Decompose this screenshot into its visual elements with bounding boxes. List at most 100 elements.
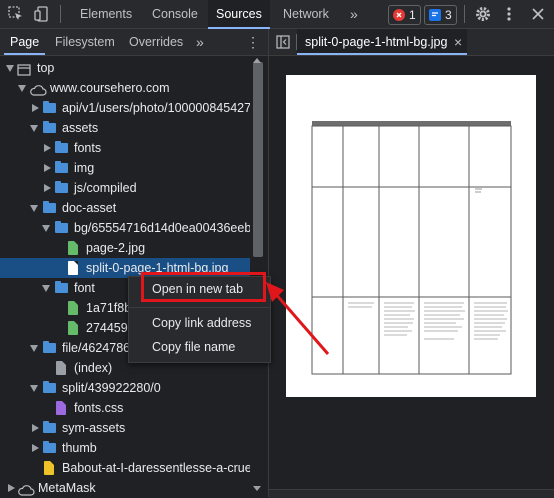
annotation-arrow-icon	[266, 282, 330, 355]
tree-item-file[interactable]: fonts.css	[0, 398, 250, 418]
tab-sources[interactable]: Sources	[208, 0, 270, 29]
font-file-icon	[68, 301, 78, 315]
expanded-arrow-icon[interactable]	[42, 225, 50, 232]
tree-item-file[interactable]: Babout-at-I-daressentlesse-a-crue-	[0, 458, 250, 478]
folder-icon	[43, 201, 56, 213]
menu-item-copy-file-name[interactable]: Copy file name	[129, 337, 270, 357]
gear-icon[interactable]	[473, 4, 493, 24]
error-count: 1	[409, 8, 416, 22]
tab-page[interactable]: Page	[4, 29, 46, 55]
tab-elements[interactable]: Elements	[72, 0, 140, 28]
editor-tabs: split-0-page-1-html-bg.jpg ×	[269, 29, 554, 56]
device-toolbar-icon[interactable]	[32, 4, 52, 24]
folder-icon	[43, 101, 56, 113]
tree-item-folder[interactable]: bg/65554716d14d0ea00436eeb5	[0, 218, 250, 238]
expanded-arrow-icon[interactable]	[18, 85, 26, 92]
tree-item-label: www.coursehero.com	[50, 81, 170, 95]
tree-item-label: fonts	[74, 141, 102, 155]
tree-item-label: img	[74, 161, 95, 175]
tree-item-folder[interactable]: js/compiled	[0, 178, 250, 198]
collapsed-arrow-icon[interactable]	[32, 424, 39, 432]
annotation-highlight-box	[141, 272, 266, 302]
tree-item-folder[interactable]: sym-assets	[0, 418, 250, 438]
expanded-arrow-icon[interactable]	[30, 125, 38, 132]
tree-item-folder[interactable]: img	[0, 158, 250, 178]
tree-item-label: sym-assets	[62, 421, 126, 435]
expanded-arrow-icon[interactable]	[30, 385, 38, 392]
collapsed-arrow-icon[interactable]	[44, 144, 51, 152]
error-count-badge[interactable]: 1	[388, 5, 421, 25]
close-devtools-icon[interactable]	[528, 4, 548, 24]
document-file-icon	[56, 361, 66, 375]
expanded-arrow-icon[interactable]	[6, 65, 14, 72]
active-tab-indicator	[297, 53, 467, 55]
editor-tab-label: split-0-page-1-html-bg.jpg	[305, 35, 448, 49]
tree-item-folder[interactable]: api/v1/users/photo/1000008454276	[0, 98, 250, 118]
folder-icon	[43, 121, 56, 133]
folder-icon	[43, 381, 56, 393]
tree-item-label: thumb	[62, 441, 97, 455]
folder-icon	[55, 141, 68, 153]
more-options-icon[interactable]	[499, 4, 519, 24]
css-file-icon	[56, 401, 66, 415]
tree-item-file[interactable]: page-2.jpg	[0, 238, 250, 258]
collapsed-arrow-icon[interactable]	[32, 104, 39, 112]
menu-separator	[129, 307, 270, 308]
tab-console[interactable]: Console	[144, 0, 206, 28]
image-file-icon	[68, 241, 78, 255]
tree-item-folder[interactable]: split/439922280/0	[0, 378, 250, 398]
message-count-badge[interactable]: 3	[424, 5, 457, 25]
folder-icon	[55, 161, 68, 173]
collapsed-arrow-icon[interactable]	[44, 184, 51, 192]
tree-item-label: doc-asset	[62, 201, 117, 215]
folder-icon	[55, 281, 68, 293]
tab-filesystem[interactable]: Filesystem	[49, 29, 121, 55]
tab-network[interactable]: Network	[275, 0, 337, 28]
navigator-menu-button[interactable]: ⋮	[240, 29, 266, 55]
toggle-navigator-icon[interactable]	[276, 35, 290, 49]
collapsed-arrow-icon[interactable]	[44, 164, 51, 172]
tree-item-folder[interactable]: fonts	[0, 138, 250, 158]
devtools-toolbar: Elements Console Sources Network » 1 3	[0, 0, 554, 29]
tree-item-folder[interactable]: thumb	[0, 438, 250, 458]
image-file-icon	[68, 261, 78, 275]
cloud-icon	[29, 82, 47, 96]
expanded-arrow-icon[interactable]	[30, 205, 38, 212]
tab-overrides[interactable]: Overrides	[123, 29, 189, 55]
tree-item-extension[interactable]: MetaMask	[0, 478, 250, 497]
tree-item-label: (index)	[74, 361, 113, 375]
cloud-icon	[17, 482, 35, 496]
tree-item-label: top	[37, 61, 55, 75]
tree-scrollbar-thumb[interactable]	[253, 62, 263, 257]
collapsed-arrow-icon[interactable]	[8, 484, 15, 492]
font-file-icon	[68, 321, 78, 335]
menu-item-copy-link[interactable]: Copy link address	[129, 313, 270, 333]
expanded-arrow-icon[interactable]	[30, 345, 38, 352]
more-navigator-tabs-button[interactable]: »	[190, 29, 210, 55]
folder-icon	[43, 421, 56, 433]
script-file-icon	[44, 461, 54, 475]
scroll-down-arrow-icon[interactable]	[253, 486, 261, 491]
editor-tab-active[interactable]: split-0-page-1-html-bg.jpg ×	[297, 29, 467, 55]
tree-item-label: MetaMask	[38, 481, 96, 495]
tree-item-folder[interactable]: doc-asset	[0, 198, 250, 218]
tree-item-label: fonts.css	[74, 401, 124, 415]
navigator-tabs: Page Filesystem Overrides » ⋮	[0, 29, 268, 56]
message-count: 3	[445, 8, 452, 22]
tree-item-top[interactable]: top	[0, 58, 250, 78]
tree-item-domain[interactable]: www.coursehero.com	[0, 78, 250, 98]
scroll-up-arrow-icon[interactable]	[253, 58, 261, 63]
folder-icon	[43, 341, 56, 353]
tree-item-label: assets	[62, 121, 99, 135]
more-tabs-button[interactable]: »	[342, 0, 366, 28]
expanded-arrow-icon[interactable]	[42, 285, 50, 292]
close-tab-icon[interactable]: ×	[454, 29, 462, 55]
toolbar-divider	[464, 5, 465, 23]
folder-icon	[55, 221, 68, 233]
frame-icon	[17, 62, 31, 76]
collapsed-arrow-icon[interactable]	[32, 444, 39, 452]
folder-icon	[43, 441, 56, 453]
tree-item-label: file/4624786	[62, 341, 131, 355]
tree-item-folder[interactable]: assets	[0, 118, 250, 138]
inspect-element-icon[interactable]	[6, 4, 26, 24]
